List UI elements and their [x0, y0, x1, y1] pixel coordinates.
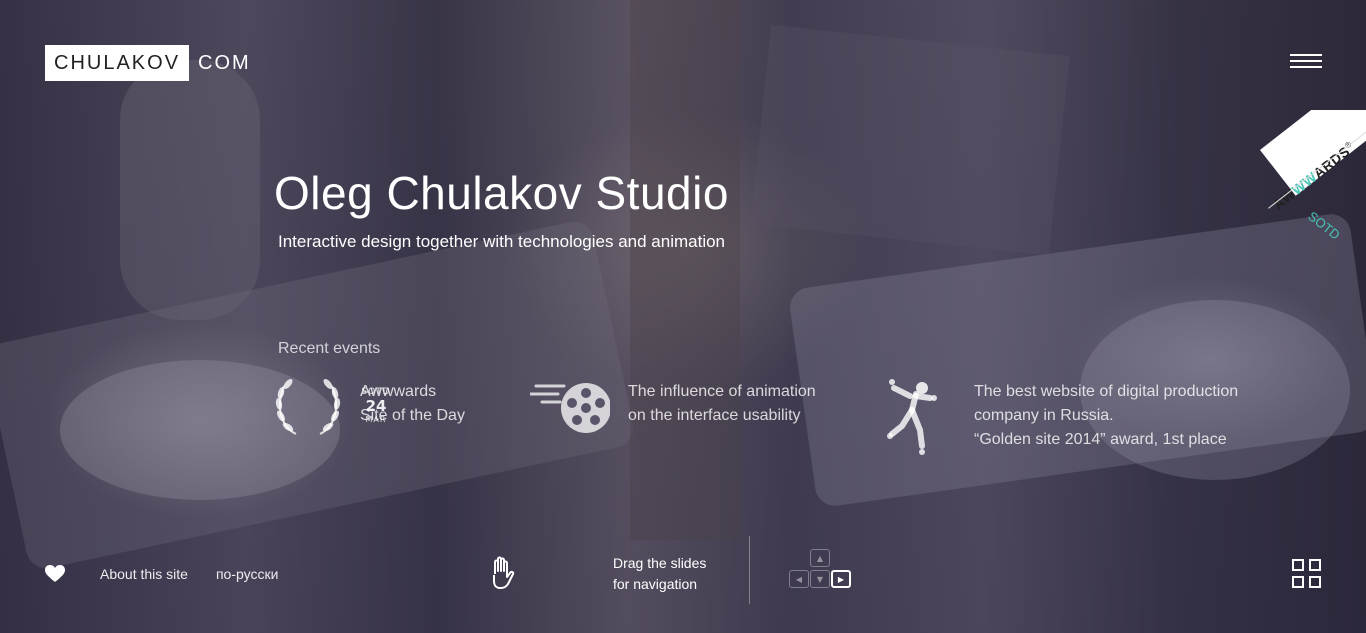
drag-instruction-line-1: Drag the slides [613, 555, 707, 571]
grid-view-icon[interactable] [1292, 559, 1321, 588]
arrow-down-key[interactable]: ▼ [810, 570, 830, 588]
arrow-up-key[interactable]: ▲ [810, 549, 830, 567]
event-animation-article[interactable]: The influence of animation on the interf… [528, 380, 816, 436]
dancing-figure-icon [884, 374, 940, 456]
about-site-link[interactable]: About this site [100, 566, 188, 582]
awwwards-sotd-label: SOTD [1305, 208, 1343, 243]
event-golden-site-award[interactable]: The best website of digital production c… [884, 374, 1238, 456]
arrow-keys-nav: ▲ ◀ ▼ ▶ [788, 548, 858, 596]
event-2-line-2: on the interface usability [628, 407, 801, 424]
laurel-badge-day: 24 [365, 397, 387, 415]
event-awwwards-sotd[interactable]: SOTD 24 MAR Awwwards Site of the Day [274, 372, 465, 440]
event-3-line-2: company in Russia. [974, 407, 1114, 424]
background-video-frame [0, 0, 1366, 633]
hero-subtitle: Interactive design together with technol… [278, 232, 726, 251]
drag-hand-icon [493, 556, 515, 589]
event-3-line-3: “Golden site 2014” award, 1st place [974, 431, 1227, 448]
event-3-line-1: The best website of digital production [974, 383, 1239, 400]
site-logo[interactable]: CHULAKOV COM [45, 45, 251, 81]
event-2-line-1: The influence of animation [628, 383, 816, 400]
hamburger-menu-icon[interactable] [1290, 54, 1322, 70]
footer-divider [749, 536, 750, 604]
film-reel-icon [528, 380, 611, 436]
logo-box-text: CHULAKOV [45, 45, 190, 81]
laurel-badge-top: SOTD [361, 387, 391, 397]
heart-icon[interactable] [45, 565, 65, 583]
awwwards-sotd-ribbon[interactable]: AWWWARDS® SOTD [1260, 110, 1366, 280]
drag-instruction: Drag the slides for navigation [613, 553, 706, 595]
hero-title: Oleg Chulakov Studio [274, 167, 729, 219]
language-switch-link[interactable]: по-русски [216, 566, 278, 582]
laurel-icon: SOTD 24 MAR [274, 372, 390, 440]
logo-suffix-text: COM [198, 51, 251, 74]
drag-instruction-line-2: for navigation [613, 576, 698, 592]
recent-events-label: Recent events [278, 340, 381, 357]
arrow-right-key[interactable]: ▶ [831, 570, 851, 588]
arrow-left-key[interactable]: ◀ [789, 570, 809, 588]
laurel-badge-month: MAR [365, 415, 387, 424]
footer-links: About this site по-русски [45, 565, 278, 583]
